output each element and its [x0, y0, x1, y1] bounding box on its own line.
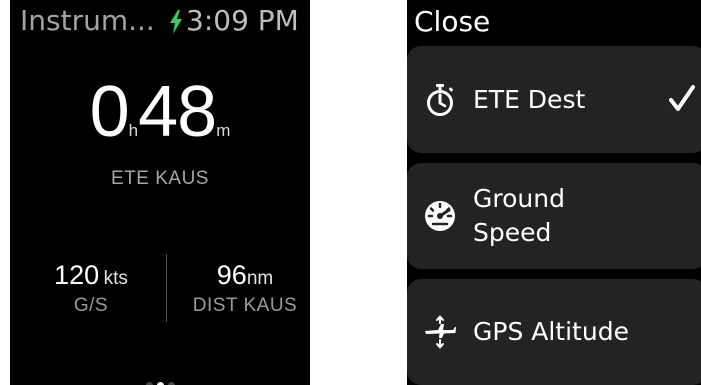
distance-value: 96nm — [180, 262, 310, 289]
ground-speed-number: 120 — [54, 260, 100, 290]
menu-item-label-line1: Ground — [473, 184, 565, 213]
instrument-screen: Instrum... 3:09 PM 0h48m ETE KAUS 120 kt… — [10, 0, 310, 385]
ete-minutes: 48 — [138, 72, 217, 152]
ground-speed-value: 120 kts — [30, 262, 152, 289]
menu-item-label: GPS Altitude — [473, 317, 629, 346]
ground-speed-unit: kts — [103, 268, 128, 289]
speedometer-icon — [425, 201, 455, 231]
ete-hours: 0 — [89, 72, 130, 152]
ground-speed-label: G/S — [73, 295, 109, 316]
menu-item-gps-altitude[interactable]: GPS Altitude — [407, 279, 701, 385]
status-time: 3:09 PM — [186, 4, 299, 37]
airplane-altitude-icon — [425, 315, 456, 349]
page-indicator — [10, 374, 310, 385]
charging-bolt-icon — [170, 10, 182, 34]
stage: Instrum... 3:09 PM 0h48m ETE KAUS 120 kt… — [0, 0, 701, 385]
distance-label: DIST KAUS — [192, 295, 298, 316]
ete-label: ETE KAUS — [111, 168, 209, 189]
stat-divider — [166, 254, 167, 322]
stopwatch-icon — [427, 84, 454, 116]
menu-item-label: Ground Speed — [473, 182, 565, 250]
checkmark-icon — [669, 85, 695, 111]
ground-speed-stat: 120 kts G/S — [30, 262, 152, 317]
ete-hours-unit: h — [128, 121, 139, 140]
status-bar: Instrum... 3:09 PM — [10, 0, 310, 48]
distance-number: 96 — [216, 260, 247, 290]
ete-minutes-unit: m — [216, 121, 231, 140]
distance-unit: nm — [246, 268, 274, 289]
distance-stat: 96nm DIST KAUS — [180, 262, 310, 317]
menu-item-label-line2: Speed — [473, 218, 552, 247]
menu-item-ete-dest[interactable]: ETE Dest — [407, 46, 701, 153]
app-title[interactable]: Instrum... — [20, 4, 155, 37]
menu-item-label: ETE Dest — [473, 85, 586, 114]
close-button[interactable]: Close — [414, 5, 490, 38]
instrument-picker-screen: Close ETE Dest Ground Speed GPS Altitude — [407, 0, 701, 385]
menu-item-ground-speed[interactable]: Ground Speed — [407, 163, 701, 269]
ete-value: 0h48m — [10, 76, 310, 148]
